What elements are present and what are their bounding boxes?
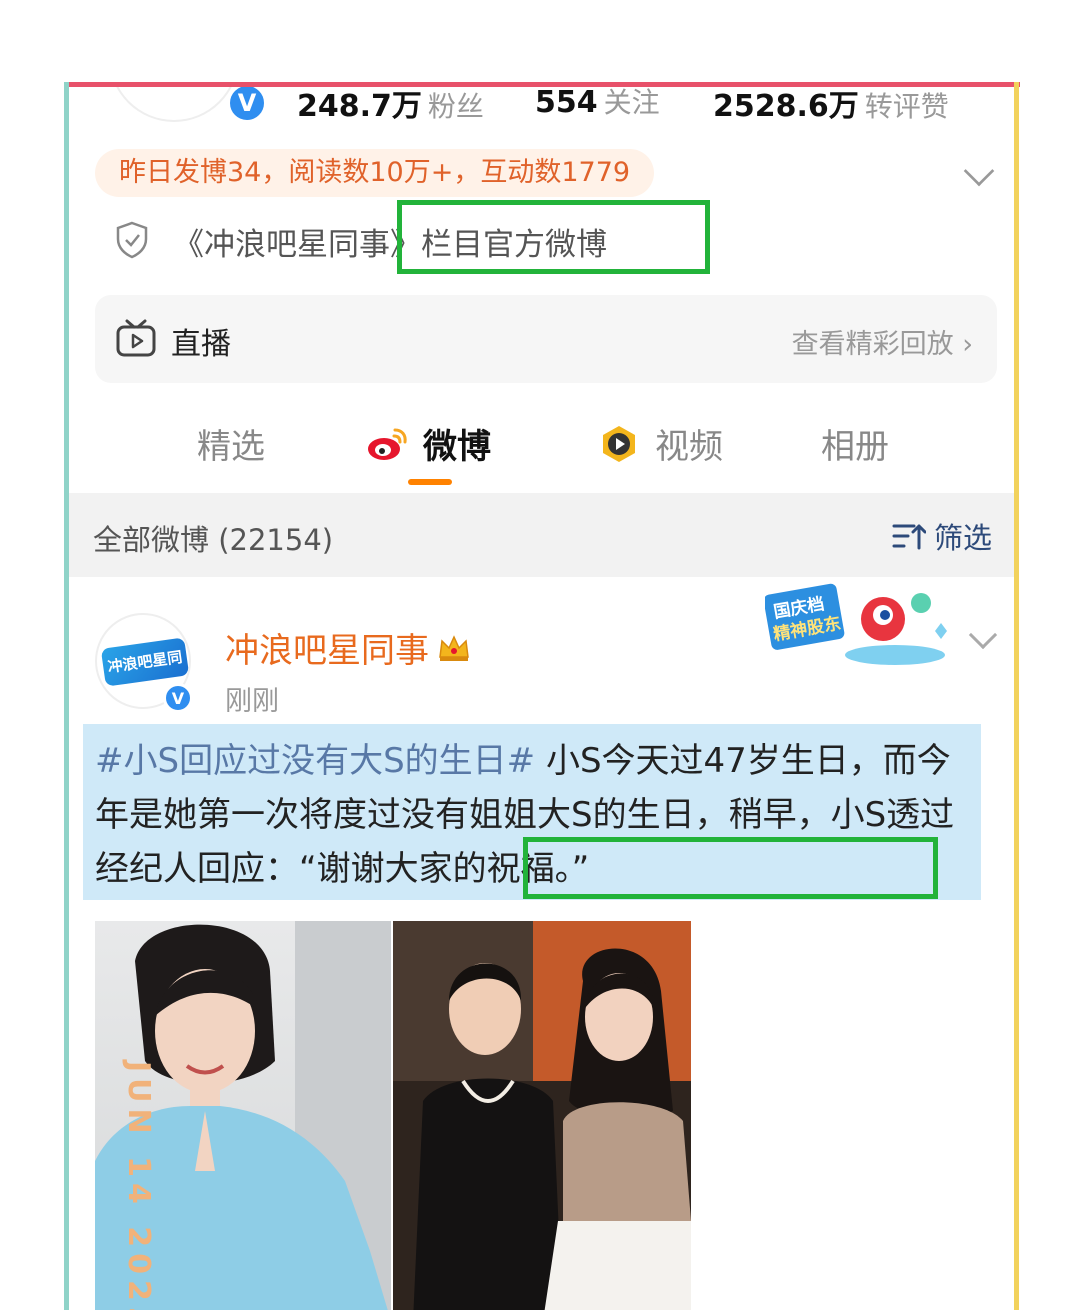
stat-interactions-value: 2528.6万 (713, 89, 859, 124)
feed-header: 全部微博 (22154) 筛选 (69, 493, 1014, 577)
stat-followers-value: 248.7万 (297, 89, 422, 124)
shield-check-icon (116, 221, 148, 259)
highlight-box-description (397, 200, 710, 274)
avatar-logo-text: 冲浪吧星同事 (100, 637, 189, 707)
replay-link[interactable]: 查看精彩回放 › (792, 322, 973, 361)
post-image-2[interactable] (393, 921, 691, 1310)
highlight-box-quote (523, 837, 938, 899)
tab-featured-label: 精选 (197, 427, 265, 467)
stat-following-label: 关注 (603, 87, 660, 119)
tab-video[interactable]: 视频 (597, 419, 723, 468)
filter-label: 筛选 (933, 521, 992, 555)
portrait-illustration-2 (393, 921, 691, 1310)
activity-summary-badge[interactable]: 昨日发博34，阅读数10万+，互动数1779 (95, 149, 655, 197)
stat-followers[interactable]: 248.7万 粉丝 (297, 87, 484, 125)
profile-tabs: 精选 微博 视频 相册 (69, 407, 1014, 487)
post-image-1[interactable]: JUN 14 2025 (95, 921, 391, 1310)
video-icon (603, 425, 635, 462)
post-author-name[interactable]: 冲浪吧星同事 (225, 623, 471, 672)
tab-featured[interactable]: 精选 (197, 419, 265, 468)
tab-video-label: 视频 (655, 427, 723, 467)
image-date-stamp: JUN 14 2025 (121, 1061, 156, 1310)
verified-icon: V (227, 87, 267, 123)
all-weibo-count[interactable]: 全部微博 (22154) (93, 517, 333, 559)
post-menu-chevron-icon[interactable] (968, 620, 998, 650)
live-label: 直播 (171, 327, 231, 362)
profile-avatar[interactable] (109, 87, 239, 122)
chevron-down-icon[interactable] (963, 155, 995, 187)
tab-weibo[interactable]: 微博 (365, 419, 491, 468)
tab-weibo-label: 微博 (423, 427, 491, 467)
stat-interactions[interactable]: 2528.6万 转评赞 (713, 87, 949, 125)
post-verified-icon: V (163, 683, 193, 713)
weibo-icon (368, 428, 407, 460)
frame-right-border (1014, 82, 1019, 1310)
tv-play-icon (116, 319, 156, 357)
post-hashtag[interactable]: #小S回应过没有大S的生日# (95, 741, 535, 781)
filter-button[interactable]: 筛选 (892, 515, 992, 557)
profile-page: V 248.7万 粉丝 554 关注 2528.6万 转评赞 昨日发博34，阅读数10… (69, 87, 1014, 1310)
filter-icon (892, 524, 926, 550)
active-tab-indicator (408, 479, 452, 485)
post-author-name-text: 冲浪吧星同事 (225, 631, 429, 671)
live-card[interactable]: 直播 查看精彩回放 › (95, 295, 997, 383)
tab-album-label: 相册 (821, 427, 889, 467)
stat-following[interactable]: 554 关注 (535, 87, 660, 121)
tab-album[interactable]: 相册 (821, 419, 889, 468)
national-day-badge: 国庆档 精神股东 (765, 583, 947, 665)
stat-following-value: 554 (535, 87, 598, 120)
crown-icon (439, 634, 469, 661)
stat-followers-label: 粉丝 (427, 90, 484, 123)
stat-interactions-label: 转评赞 (864, 90, 949, 123)
post-timestamp: 刚刚 (225, 686, 279, 717)
